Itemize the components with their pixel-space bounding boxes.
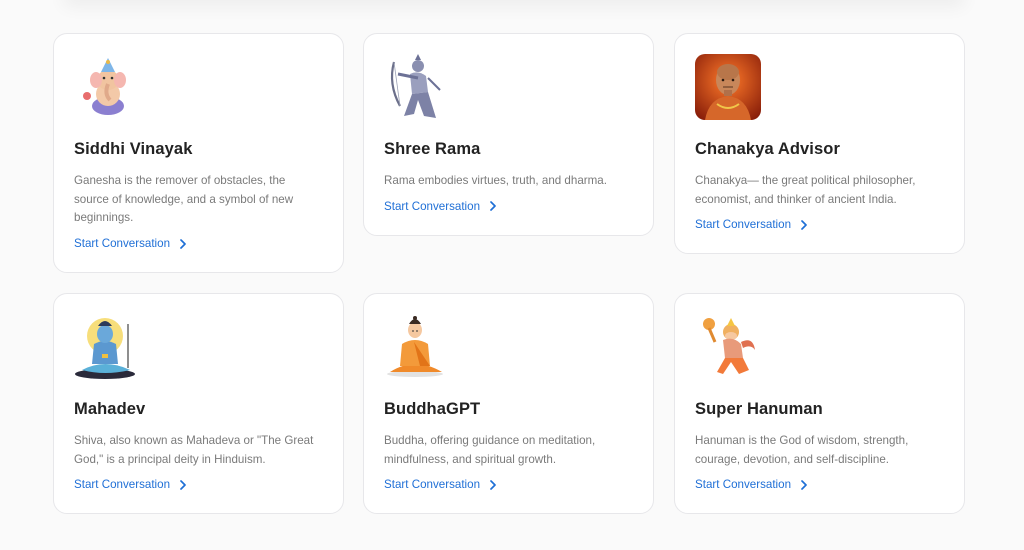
persona-card-shree-rama[interactable]: Shree Rama Rama embodies virtues, truth,… [363, 33, 654, 236]
card-description: Chanakya— the great political philosophe… [695, 174, 916, 206]
start-conversation-link[interactable]: Start Conversation [74, 237, 187, 250]
card-title: Chanakya Advisor [695, 140, 840, 158]
chevron-right-icon [801, 220, 807, 230]
card-description: Hanuman is the God of wisdom, strength, … [695, 434, 909, 466]
start-conversation-link[interactable]: Start Conversation [695, 478, 808, 491]
ganesha-icon [74, 54, 140, 120]
card-title: Super Hanuman [695, 400, 823, 418]
start-conversation-label: Start Conversation [384, 199, 481, 213]
chanakya-icon [695, 54, 761, 120]
chevron-right-icon [490, 480, 496, 490]
persona-card-siddhi-vinayak[interactable]: Siddhi Vinayak Ganesha is the remover of… [53, 33, 344, 273]
buddha-icon [384, 314, 450, 380]
shiva-icon [74, 314, 140, 380]
start-conversation-link[interactable]: Start Conversation [384, 478, 497, 491]
persona-card-mahadev[interactable]: Mahadev Shiva, also known as Mahadeva or… [53, 293, 344, 514]
start-conversation-link[interactable]: Start Conversation [74, 478, 187, 491]
start-conversation-label: Start Conversation [74, 237, 171, 251]
chevron-right-icon [801, 480, 807, 490]
persona-card-buddhagpt[interactable]: BuddhaGPT Buddha, offering guidance on m… [363, 293, 654, 514]
card-description: Ganesha is the remover of obstacles, the… [74, 174, 294, 225]
card-title: Mahadev [74, 400, 146, 418]
card-description: Rama embodies virtues, truth, and dharma… [384, 174, 607, 187]
card-description: Buddha, offering guidance on meditation,… [384, 434, 596, 466]
card-title: Shree Rama [384, 140, 481, 158]
rama-icon [384, 54, 450, 120]
card-description: Shiva, also known as Mahadeva or "The Gr… [74, 434, 314, 466]
start-conversation-label: Start Conversation [384, 478, 481, 492]
persona-card-chanakya-advisor[interactable]: Chanakya Advisor Chanakya— the great pol… [674, 33, 965, 254]
start-conversation-label: Start Conversation [695, 218, 792, 232]
start-conversation-link[interactable]: Start Conversation [695, 218, 808, 231]
hanuman-icon [695, 314, 761, 380]
start-conversation-label: Start Conversation [74, 478, 171, 492]
card-title: Siddhi Vinayak [74, 140, 193, 158]
start-conversation-link[interactable]: Start Conversation [384, 200, 497, 213]
chevron-right-icon [180, 480, 186, 490]
start-conversation-label: Start Conversation [695, 478, 792, 492]
persona-card-super-hanuman[interactable]: Super Hanuman Hanuman is the God of wisd… [674, 293, 965, 514]
chevron-right-icon [180, 238, 186, 249]
card-title: BuddhaGPT [384, 400, 481, 418]
chevron-right-icon [490, 201, 496, 212]
